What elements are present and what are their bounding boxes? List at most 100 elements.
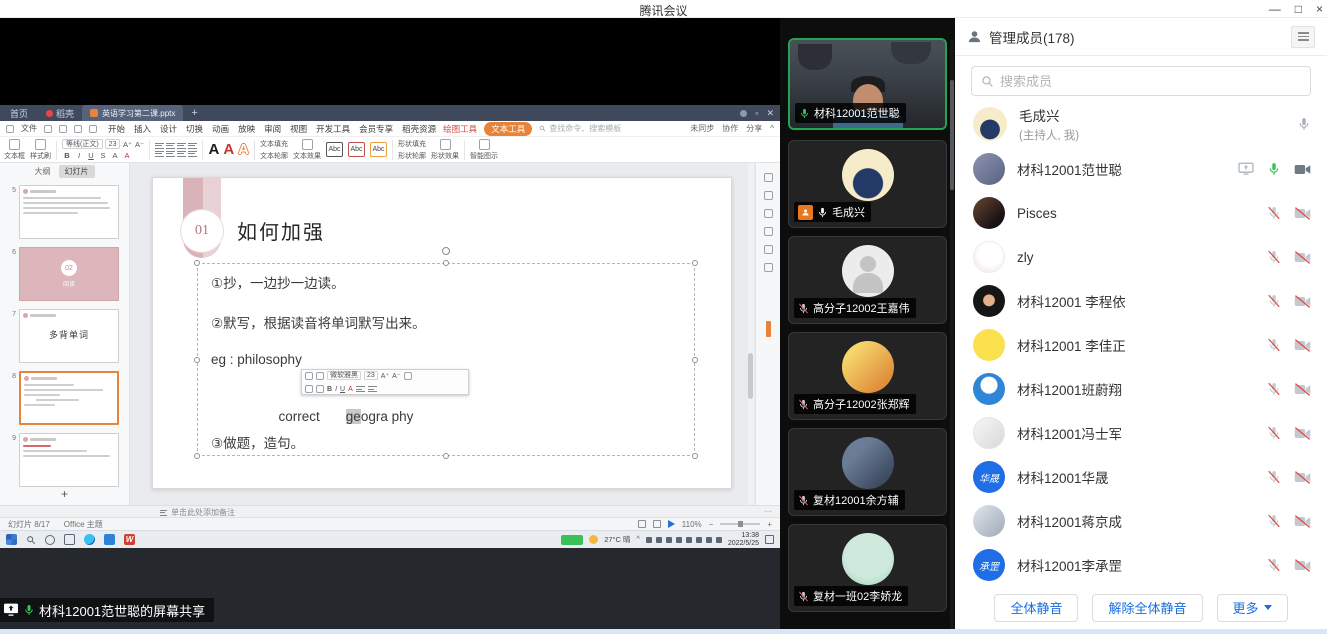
member-row[interactable]: zly — [955, 235, 1327, 279]
camera-on-icon[interactable] — [1294, 163, 1311, 176]
rotate-handle[interactable] — [442, 247, 450, 255]
canvas-scroll-thumb[interactable] — [748, 353, 753, 399]
slides-tab[interactable]: 幻灯片 — [59, 165, 95, 178]
mic-muted-icon[interactable] — [1267, 381, 1281, 397]
camera-muted-icon[interactable] — [1294, 427, 1311, 440]
tab-start[interactable]: 开始 — [108, 123, 125, 135]
mini-bold[interactable]: B — [327, 386, 332, 393]
help-pane-icon[interactable] — [764, 245, 773, 254]
member-search-box[interactable] — [971, 66, 1311, 96]
wps-hamburger-icon[interactable] — [6, 125, 14, 133]
number-list-icon[interactable] — [166, 151, 175, 157]
tray-icon[interactable] — [656, 537, 662, 543]
text-outline-button[interactable]: 文本轮廓 — [260, 151, 288, 161]
slideshow-play-icon[interactable] — [668, 520, 675, 528]
cut-icon[interactable] — [305, 385, 313, 393]
align-center-icon[interactable] — [166, 143, 175, 149]
slide-thumbnail-7[interactable]: 多背单词 — [19, 309, 119, 363]
smart-diagram-button[interactable]: 智能图示 — [470, 139, 498, 161]
text-style-sample-3[interactable]: Abc — [370, 142, 387, 157]
start-button-icon[interactable] — [6, 534, 17, 545]
mic-muted-icon[interactable] — [1267, 557, 1281, 573]
member-row[interactable]: 华晟 材科12001华晟 — [955, 455, 1327, 499]
camera-muted-icon[interactable] — [1294, 339, 1311, 352]
add-slide-button[interactable]: + — [0, 487, 129, 501]
font-name-select[interactable]: 等线(正文) — [62, 139, 103, 149]
member-row[interactable]: 材科12001 李佳正 — [955, 323, 1327, 367]
camera-muted-icon[interactable] — [1294, 251, 1311, 264]
unmute-all-button[interactable]: 解除全体静音 — [1092, 594, 1202, 622]
mute-all-button[interactable]: 全体静音 — [994, 594, 1078, 622]
tab-insert[interactable]: 插入 — [134, 123, 151, 135]
zoom-level[interactable]: 110% — [682, 520, 702, 529]
camera-muted-icon[interactable] — [1294, 207, 1311, 220]
italic-button[interactable]: I — [74, 151, 84, 160]
collab-button[interactable]: 协作 — [722, 123, 738, 134]
zoom-slider[interactable] — [720, 523, 760, 525]
wps-file-menu[interactable]: 文件 — [21, 123, 37, 134]
mini-font-name[interactable]: 微软雅黑 — [327, 371, 361, 380]
resize-handle[interactable] — [443, 260, 449, 266]
maximize-icon[interactable]: □ — [1295, 0, 1302, 18]
video-strip-scrollbar[interactable] — [950, 40, 954, 634]
zoom-in-icon[interactable]: + — [767, 520, 772, 529]
mic-on-icon[interactable] — [1267, 161, 1281, 177]
tray-icon[interactable] — [646, 537, 652, 543]
font-color-button[interactable]: A — [122, 151, 132, 160]
animation-pane-icon[interactable] — [764, 191, 773, 200]
mic-muted-icon[interactable] — [1267, 205, 1281, 221]
resize-handle[interactable] — [194, 260, 200, 266]
sync-status[interactable]: 未同步 — [690, 123, 714, 134]
ribbon-collapse-icon[interactable]: ^ — [770, 124, 774, 133]
video-tile-wangjiawei[interactable]: 高分子12002王嘉伟 — [788, 236, 947, 324]
mic-muted-icon[interactable] — [1267, 469, 1281, 485]
wps-office-icon[interactable]: W — [124, 534, 135, 545]
text-style-sample-2[interactable]: Abc — [348, 142, 365, 157]
tab-docer-res[interactable]: 稻壳资源 — [402, 123, 436, 135]
wordart-red[interactable]: A — [223, 141, 234, 158]
sharing-screen-icon[interactable] — [1238, 162, 1254, 176]
format-brush-icon[interactable] — [316, 372, 324, 380]
wps-avatar[interactable] — [740, 110, 747, 117]
resize-handle[interactable] — [692, 357, 698, 363]
font-increase-button[interactable]: A⁺ — [122, 140, 132, 149]
tray-icon[interactable] — [696, 537, 702, 543]
redo-icon[interactable] — [89, 125, 97, 133]
tray-icon[interactable] — [666, 537, 672, 543]
member-row[interactable]: 毛成兴 (主持人, 我) — [955, 100, 1327, 148]
tray-icon[interactable] — [706, 537, 712, 543]
wps-minimize-icon[interactable]: ▫ — [755, 108, 758, 118]
resize-handle[interactable] — [194, 453, 200, 459]
camera-muted-icon[interactable] — [1294, 383, 1311, 396]
video-tile-yufangfu[interactable]: 复材12001余方辅 — [788, 428, 947, 516]
video-tile-maochengxing[interactable]: 毛成兴 — [788, 140, 947, 228]
edge-icon[interactable] — [84, 534, 95, 545]
selection-pane-icon[interactable] — [764, 209, 773, 218]
share-button[interactable]: 分享 — [746, 123, 762, 134]
tab-transition[interactable]: 切换 — [186, 123, 203, 135]
wps-document-tab[interactable]: 英语学习第二课.pptx — [82, 105, 183, 121]
member-row[interactable]: 材科12001蒋京成 — [955, 499, 1327, 543]
undo-icon[interactable] — [74, 125, 82, 133]
mini-underline[interactable]: U — [340, 386, 345, 393]
wps-new-tab-button[interactable]: + — [183, 107, 205, 119]
task-view-icon[interactable] — [64, 534, 75, 545]
member-row[interactable]: 承罡 材科12001李承罡 — [955, 543, 1327, 587]
mini-italic[interactable]: I — [335, 386, 337, 393]
member-row[interactable]: 材科12001 李程依 — [955, 279, 1327, 323]
wps-docer-tab[interactable]: 稻壳 — [38, 107, 82, 120]
camera-muted-icon[interactable] — [1294, 471, 1311, 484]
camera-muted-icon[interactable] — [1294, 559, 1311, 572]
slide-thumbnail-6[interactable]: 02 阅读 — [19, 247, 119, 301]
minimize-icon[interactable]: — — [1269, 0, 1281, 18]
slide-thumbnail-5[interactable] — [19, 185, 119, 239]
wps-home-tab[interactable]: 首页 — [0, 107, 38, 120]
tray-icon[interactable] — [686, 537, 692, 543]
wps-command-search[interactable]: 查找命令、搜索模板 — [539, 123, 621, 134]
bullet-list-icon[interactable] — [155, 151, 164, 157]
video-tile-fanshicong[interactable]: 材科12001范世聪 — [788, 38, 947, 130]
indent-icon[interactable] — [188, 151, 197, 157]
tab-view[interactable]: 视图 — [290, 123, 307, 135]
camera-muted-icon[interactable] — [1294, 295, 1311, 308]
shape-effect-button[interactable]: 形状效果 — [431, 139, 459, 161]
